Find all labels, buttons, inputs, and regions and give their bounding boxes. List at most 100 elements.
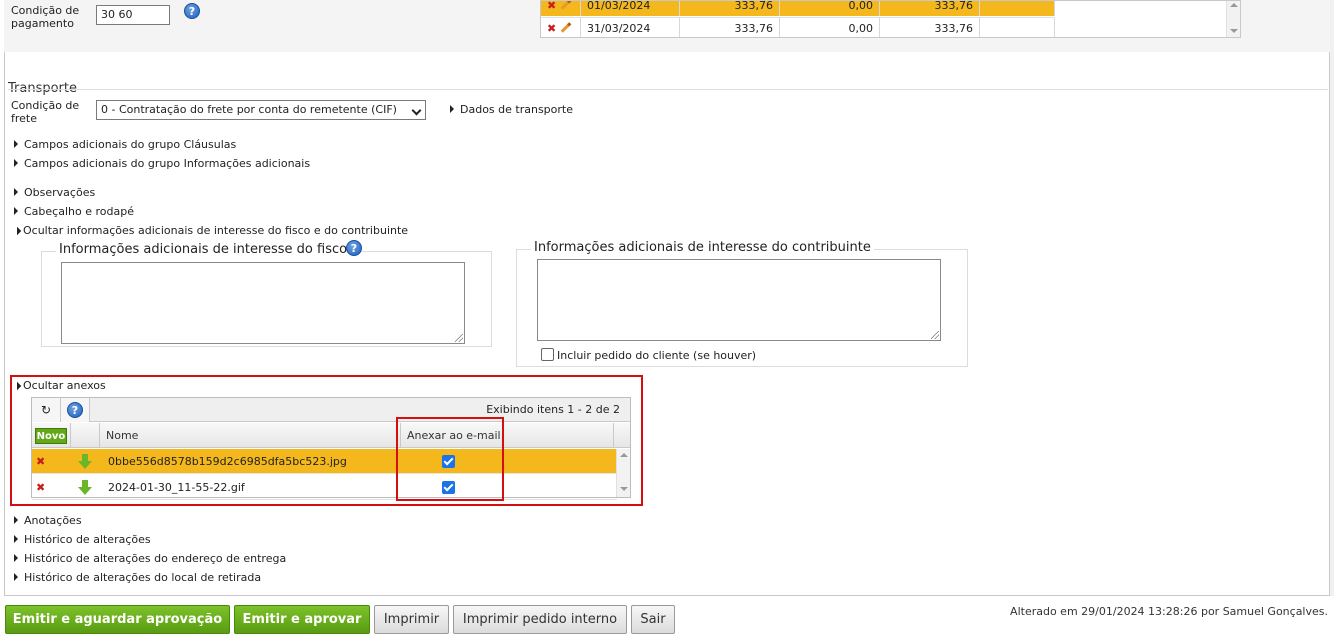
installment-total: 333,76 (880, 1, 980, 16)
installment-date: 31/03/2024 (581, 18, 680, 37)
contribuinte-legend-text: Informações adicionais de interesse do c… (534, 240, 871, 255)
sair-button[interactable]: Sair (631, 605, 675, 634)
payment-label-line2: pagamento (11, 17, 74, 30)
payment-label-line1: Condição de (11, 4, 80, 17)
scroll-up-icon[interactable] (1230, 3, 1238, 7)
transport-details-label: Dados de transporte (460, 103, 573, 116)
help-button[interactable]: ? (61, 398, 90, 422)
delete-icon: ✖ (36, 481, 46, 494)
imprimir-interno-button[interactable]: Imprimir pedido interno (453, 605, 627, 634)
delete-icon[interactable]: ✖ (547, 1, 556, 12)
delete-icon[interactable]: ✖ (547, 22, 556, 35)
fisco-legend-text: Informações adicionais de interesse do f… (59, 242, 348, 257)
freight-label-line1: Condição de (11, 99, 80, 112)
name-column-header[interactable]: Nome (100, 423, 401, 448)
help-glyph: ? (71, 404, 79, 417)
row-actions: ✖ (541, 18, 581, 37)
transport-divider (8, 89, 1328, 90)
attachments-toolbar: ↻ ? Exibindo itens 1 - 2 de 2 (32, 398, 630, 422)
chevron-down-icon (411, 105, 422, 116)
contribuinte-textarea[interactable] (537, 259, 941, 341)
payment-condition-input[interactable]: 30 60 (96, 5, 170, 25)
installments-table: ✖ 01/03/2024 333,76 0,00 333,76 ✖ 31/03/… (540, 0, 1241, 38)
resize-handle-icon[interactable] (931, 331, 939, 339)
payment-help-icon[interactable]: ? (184, 3, 200, 19)
installment-extra (980, 18, 1055, 37)
help-icon: ? (67, 402, 83, 418)
scroll-down-icon[interactable] (620, 487, 628, 491)
fisco-legend: Informações adicionais de interesse do f… (56, 242, 351, 257)
edit-icon[interactable] (560, 22, 572, 33)
historico-local-link[interactable]: Histórico de alterações do local de reti… (14, 571, 261, 584)
installment-row[interactable]: ✖ 31/03/2024 333,76 0,00 333,76 (541, 17, 1055, 37)
collapse-icon (12, 381, 22, 391)
attachment-row[interactable]: ✖ 0bbe556d8578b159d2c6985dfa5bc523.jpg (32, 449, 617, 474)
installment-value: 333,76 (680, 1, 780, 16)
attachments-scrollbar[interactable] (616, 449, 630, 497)
expand-icon (14, 140, 18, 148)
cabecalho-link[interactable]: Cabeçalho e rodapé (14, 205, 134, 218)
anotacoes-label: Anotações (24, 514, 82, 527)
emitir-aguardar-button[interactable]: Emitir e aguardar aprovação (5, 605, 230, 634)
clausulas-label: Campos adicionais do grupo Cláusulas (24, 138, 237, 151)
collapse-icon (12, 226, 22, 236)
installment-discount: 0,00 (780, 18, 880, 37)
delete-attachment[interactable]: ✖ (36, 449, 56, 474)
expand-icon (14, 188, 18, 196)
incluir-pedido-checkbox[interactable] (541, 348, 554, 361)
observacoes-label: Observações (24, 186, 96, 199)
attachment-name[interactable]: 0bbe556d8578b159d2c6985dfa5bc523.jpg (108, 449, 347, 474)
imprimir-button[interactable]: Imprimir (374, 605, 449, 634)
expand-icon (14, 207, 18, 215)
expand-icon (14, 159, 18, 167)
attachment-row[interactable]: ✖ 2024-01-30_11-55-22.gif (32, 475, 617, 500)
fisco-help-icon[interactable]: ? (346, 240, 362, 256)
freight-condition-select[interactable]: 0 - Contratação do frete por conta do re… (96, 100, 426, 120)
historico-link[interactable]: Histórico de alterações (14, 533, 151, 546)
historico-endereco-link[interactable]: Histórico de alterações do endereço de e… (14, 552, 286, 565)
fisco-help-glyph: ? (350, 242, 358, 255)
payment-help-glyph: ? (188, 5, 196, 18)
installment-discount: 0,00 (780, 1, 880, 16)
info-adicionais-link[interactable]: Campos adicionais do grupo Informações a… (14, 157, 310, 170)
ocultar-anexos-link[interactable]: Ocultar anexos (12, 379, 106, 392)
transport-details-link[interactable]: Dados de transporte (450, 103, 573, 116)
new-column: Novo (32, 423, 71, 448)
installment-date: 01/03/2024 (581, 1, 680, 16)
delete-attachment[interactable]: ✖ (36, 475, 56, 500)
installment-extra (980, 1, 1055, 16)
historico-endereco-label: Histórico de alterações do endereço de e… (24, 552, 287, 565)
ocultar-anexos-label: Ocultar anexos (23, 379, 106, 392)
scroll-up-icon[interactable] (620, 453, 628, 457)
attachment-name[interactable]: 2024-01-30_11-55-22.gif (108, 475, 245, 500)
expand-icon (14, 554, 18, 562)
incluir-pedido-label: Incluir pedido do cliente (se houver) (557, 349, 757, 362)
page-scrollbar[interactable] (1330, 0, 1334, 596)
ocultar-info-label: Ocultar informações adicionais de intere… (23, 224, 409, 237)
freight-condition-value: 0 - Contratação do frete por conta do re… (101, 103, 397, 116)
installment-row[interactable]: ✖ 01/03/2024 333,76 0,00 333,76 (541, 1, 1055, 16)
paging-info: Exibindo itens 1 - 2 de 2 (486, 403, 620, 416)
installment-value: 333,76 (680, 18, 780, 37)
scroll-down-icon[interactable] (1230, 29, 1238, 33)
resize-handle-icon[interactable] (455, 334, 463, 342)
expand-icon (450, 105, 454, 113)
observacoes-link[interactable]: Observações (14, 186, 95, 199)
refresh-button[interactable]: ↻ (32, 398, 61, 422)
fisco-textarea[interactable] (61, 262, 465, 344)
emitir-aprovar-button[interactable]: Emitir e aprovar (234, 605, 370, 634)
historico-label: Histórico de alterações (24, 533, 151, 546)
new-attachment-button[interactable]: Novo (35, 428, 67, 444)
edit-icon[interactable] (560, 1, 572, 10)
download-icon[interactable] (78, 480, 92, 496)
installments-scrollbar[interactable] (1226, 1, 1240, 37)
installment-total: 333,76 (880, 18, 980, 37)
download-column (71, 423, 100, 448)
altered-info: Alterado em 29/01/2024 13:28:26 por Samu… (1010, 605, 1328, 618)
anotacoes-link[interactable]: Anotações (14, 514, 82, 527)
ocultar-info-link[interactable]: Ocultar informações adicionais de intere… (12, 224, 409, 237)
freight-label: Condição de frete (11, 99, 79, 125)
clausulas-link[interactable]: Campos adicionais do grupo Cláusulas (14, 138, 236, 151)
download-icon[interactable] (78, 454, 92, 470)
delete-icon: ✖ (36, 455, 46, 468)
